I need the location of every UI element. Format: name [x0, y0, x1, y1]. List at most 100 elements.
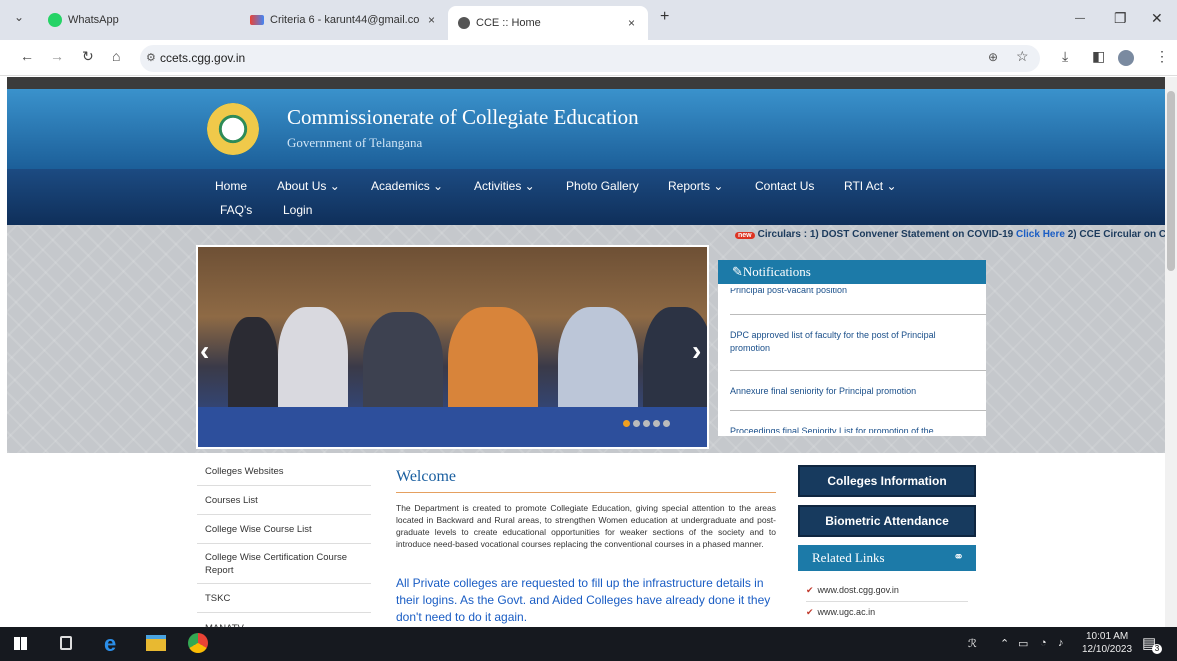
slider-dot[interactable] [633, 420, 640, 427]
nav-reports[interactable]: Reports ⌄ [668, 179, 723, 193]
windows-start-icon[interactable] [14, 637, 27, 650]
side-link-certification-report[interactable]: College Wise Certification Course Report [197, 544, 371, 584]
clock-date[interactable]: 12/10/2023 [1082, 644, 1132, 655]
related-link[interactable]: ✔ www.dost.cgg.gov.in [806, 585, 899, 596]
notification-item[interactable]: DPC approved list of faculty for the pos… [730, 329, 960, 355]
site-title: Commissionerate of Collegiate Education [287, 105, 639, 129]
nav-rti[interactable]: RTI Act ⌄ [844, 179, 897, 193]
tab-cce-home[interactable]: CCE :: Home × [448, 6, 648, 40]
notification-count-badge: 3 [1152, 644, 1162, 654]
related-links-header: Related Links ⚭ [798, 545, 976, 571]
notifications-title: ✎Notifications [718, 260, 986, 284]
nav-photo-gallery[interactable]: Photo Gallery [566, 179, 639, 193]
reload-icon[interactable]: ↻ [82, 48, 94, 65]
welcome-text: The Department is created to promote Col… [396, 503, 776, 549]
volume-icon[interactable]: ♪ [1058, 637, 1064, 649]
bookmark-star-icon[interactable]: ☆ [1016, 48, 1029, 65]
slider-dot[interactable] [643, 420, 650, 427]
tray-chevron-icon[interactable]: ⌃ [1000, 637, 1009, 650]
site-info-icon[interactable]: ⚙ [146, 51, 156, 64]
close-tab-icon[interactable]: × [628, 16, 635, 30]
telangana-emblem-logo[interactable] [207, 103, 259, 155]
slide-table [198, 407, 707, 447]
site-header: Commissionerate of Collegiate Education … [7, 89, 1165, 169]
notifications-panel: ✎Notifications Principal post-vacant pos… [718, 260, 986, 436]
clock-time[interactable]: 10:01 AM [1086, 631, 1128, 642]
welcome-title: Welcome [396, 468, 457, 485]
notification-item[interactable]: Proceedings final Seniority List for pro… [730, 425, 960, 433]
colleges-information-button[interactable]: Colleges Information [798, 465, 976, 497]
nav-contact[interactable]: Contact Us [755, 179, 814, 193]
task-view-icon[interactable] [60, 636, 72, 650]
network-icon[interactable]: ◔ [1040, 637, 1047, 649]
photo-slider: ‹ › [196, 245, 709, 449]
globe-icon [458, 17, 470, 29]
nav-academics[interactable]: Academics ⌄ [371, 179, 443, 193]
file-explorer-icon[interactable] [146, 635, 166, 651]
windows-taskbar: e ℛ ⌃ ▭ ◔ ♪ 10:01 AM 12/10/2023 ▤ 3 [0, 627, 1177, 661]
slider-dot[interactable] [653, 420, 660, 427]
minimize-button[interactable]: — [1075, 13, 1085, 24]
gmail-icon [250, 15, 264, 25]
browser-tab-strip: ⌄ WhatsApp Criteria 6 - karunt44@gmail.c… [0, 0, 1177, 40]
site-subtitle: Government of Telangana [287, 135, 423, 150]
close-window-button[interactable]: ✕ [1151, 10, 1163, 27]
address-bar[interactable]: ⚙ ccets.cgg.gov.in ⊕ ☆ [140, 45, 1040, 72]
home-icon[interactable]: ⌂ [112, 48, 120, 64]
download-icon[interactable]: ⤓ [1062, 48, 1068, 65]
tab-search-icon[interactable]: ⌄ [14, 10, 24, 24]
sidebar-icon[interactable]: ◧ [1092, 48, 1105, 65]
forward-icon[interactable]: → [50, 48, 64, 64]
notification-item[interactable]: Annexure final seniority for Principal p… [730, 385, 960, 398]
circulars-ticker: new Circulars : 1) DOST Convener Statemen… [735, 229, 1165, 240]
slider-next-arrow[interactable]: › [692, 335, 701, 367]
tab-title: Criteria 6 - karunt44@gmail.com [270, 14, 420, 26]
related-links-title: Related Links [812, 550, 885, 565]
battery-icon[interactable]: ▭ [1018, 637, 1028, 650]
main-nav: Home About Us ⌄ Academics ⌄ Activities ⌄… [7, 169, 1165, 225]
related-link-text: www.dost.cgg.gov.in [817, 585, 899, 595]
biometric-attendance-button[interactable]: Biometric Attendance [798, 505, 976, 537]
people-icon[interactable]: ℛ [968, 637, 977, 650]
whatsapp-icon [48, 13, 62, 27]
profile-avatar-icon[interactable] [1118, 50, 1134, 66]
divider [806, 601, 968, 602]
side-link-college-wise-course-list[interactable]: College Wise Course List [197, 515, 371, 544]
related-link[interactable]: ✔ www.ugc.ac.in [806, 607, 875, 618]
nav-about[interactable]: About Us ⌄ [277, 179, 340, 193]
new-tab-button[interactable]: + [660, 8, 669, 26]
chrome-icon[interactable] [188, 633, 208, 653]
link-chain-icon: ⚭ [953, 549, 964, 564]
side-link-tskc[interactable]: TSKC [197, 584, 371, 613]
page-scrollbar[interactable] [1165, 77, 1177, 627]
ticker-link[interactable]: Click Here [1016, 229, 1065, 240]
scroll-thumb[interactable] [1167, 91, 1175, 271]
ticker-text-2: 2) CCE Circular on COVI [1067, 229, 1165, 240]
url-text: ccets.cgg.gov.in [160, 51, 246, 65]
tab-whatsapp[interactable]: WhatsApp [48, 7, 238, 33]
nav-activities[interactable]: Activities ⌄ [474, 179, 535, 193]
slider-dot[interactable] [623, 420, 630, 427]
zoom-icon[interactable]: ⊕ [988, 50, 998, 64]
notification-item[interactable]: Principal post-vacant position [730, 288, 960, 296]
nav-login[interactable]: Login [283, 203, 312, 217]
edge-icon[interactable]: e [104, 631, 116, 657]
close-tab-icon[interactable]: × [428, 13, 435, 27]
slider-prev-arrow[interactable]: ‹ [200, 335, 209, 367]
divider [730, 410, 986, 411]
browser-toolbar: ← → ↻ ⌂ ⚙ ccets.cgg.gov.in ⊕ ☆ ⤓ ◧ ⋮ [0, 40, 1177, 76]
related-link-text: www.ugc.ac.in [817, 607, 876, 617]
side-link-courses-list[interactable]: Courses List [197, 486, 371, 515]
tab-gmail[interactable]: Criteria 6 - karunt44@gmail.com × [250, 7, 440, 33]
slider-dot[interactable] [663, 420, 670, 427]
restore-button[interactable]: ❐ [1114, 10, 1127, 27]
nav-home[interactable]: Home [215, 179, 247, 193]
divider [730, 314, 986, 315]
back-icon[interactable]: ← [20, 48, 34, 64]
side-link-manatv[interactable]: MANATV [197, 613, 371, 627]
page-viewport: Commissionerate of Collegiate Education … [0, 77, 1165, 627]
divider [730, 370, 986, 371]
menu-icon[interactable]: ⋮ [1155, 48, 1169, 65]
nav-faq[interactable]: FAQ's [220, 203, 252, 217]
side-link-colleges-websites[interactable]: Colleges Websites [197, 457, 371, 486]
